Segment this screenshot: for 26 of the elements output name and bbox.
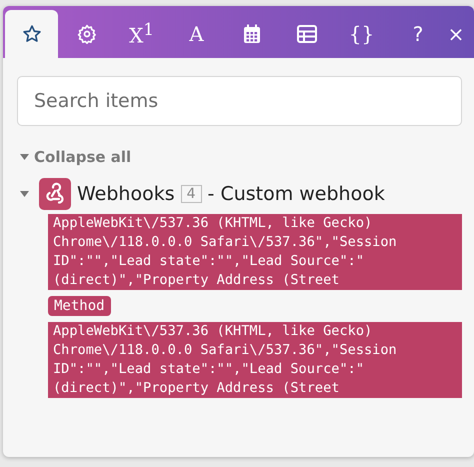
code-line: AppleWebKit\/537.36 (KHTML, like Gecko) xyxy=(53,322,374,341)
key-tag[interactable]: Method xyxy=(48,296,111,316)
code-line: AppleWebKit\/537.36 (KHTML, like Gecko) xyxy=(53,214,374,233)
code-line: (direct)","Property Address (Street xyxy=(53,271,340,290)
code-line: (direct)","Property Address (Street xyxy=(53,379,340,398)
settings-icon xyxy=(76,24,96,44)
tab[interactable] xyxy=(5,10,58,58)
tab[interactable]: {} xyxy=(335,10,388,58)
code-line: Chrome\/118.0.0.0 Safari\/537.36","Session xyxy=(53,341,398,360)
count-badge: 4 xyxy=(180,185,202,203)
star-icon xyxy=(22,24,42,44)
code-line: Chrome\/118.0.0.0 Safari\/537.36","Session xyxy=(53,233,398,252)
search-field[interactable]: Search items xyxy=(17,76,462,126)
calendar-icon xyxy=(242,24,260,44)
webhook-icon xyxy=(39,178,71,210)
table-icon xyxy=(296,25,316,43)
collapse-all-button[interactable]: Collapse all xyxy=(17,148,132,166)
toolbar-button[interactable]: × xyxy=(438,10,474,58)
module-name: Webhooks xyxy=(77,183,175,205)
tab[interactable]: X$^{1}$ xyxy=(115,10,168,58)
tab[interactable]: A xyxy=(170,10,223,58)
toolbar-button[interactable]: ? xyxy=(400,10,436,58)
code-line: ID":"","Lead state":"","Lead Source":" xyxy=(53,252,365,271)
code-line: ID":"","Lead state":"","Lead Source":" xyxy=(53,360,365,379)
caret-icon[interactable] xyxy=(20,191,29,197)
module-title: - Custom webhook xyxy=(208,183,385,205)
